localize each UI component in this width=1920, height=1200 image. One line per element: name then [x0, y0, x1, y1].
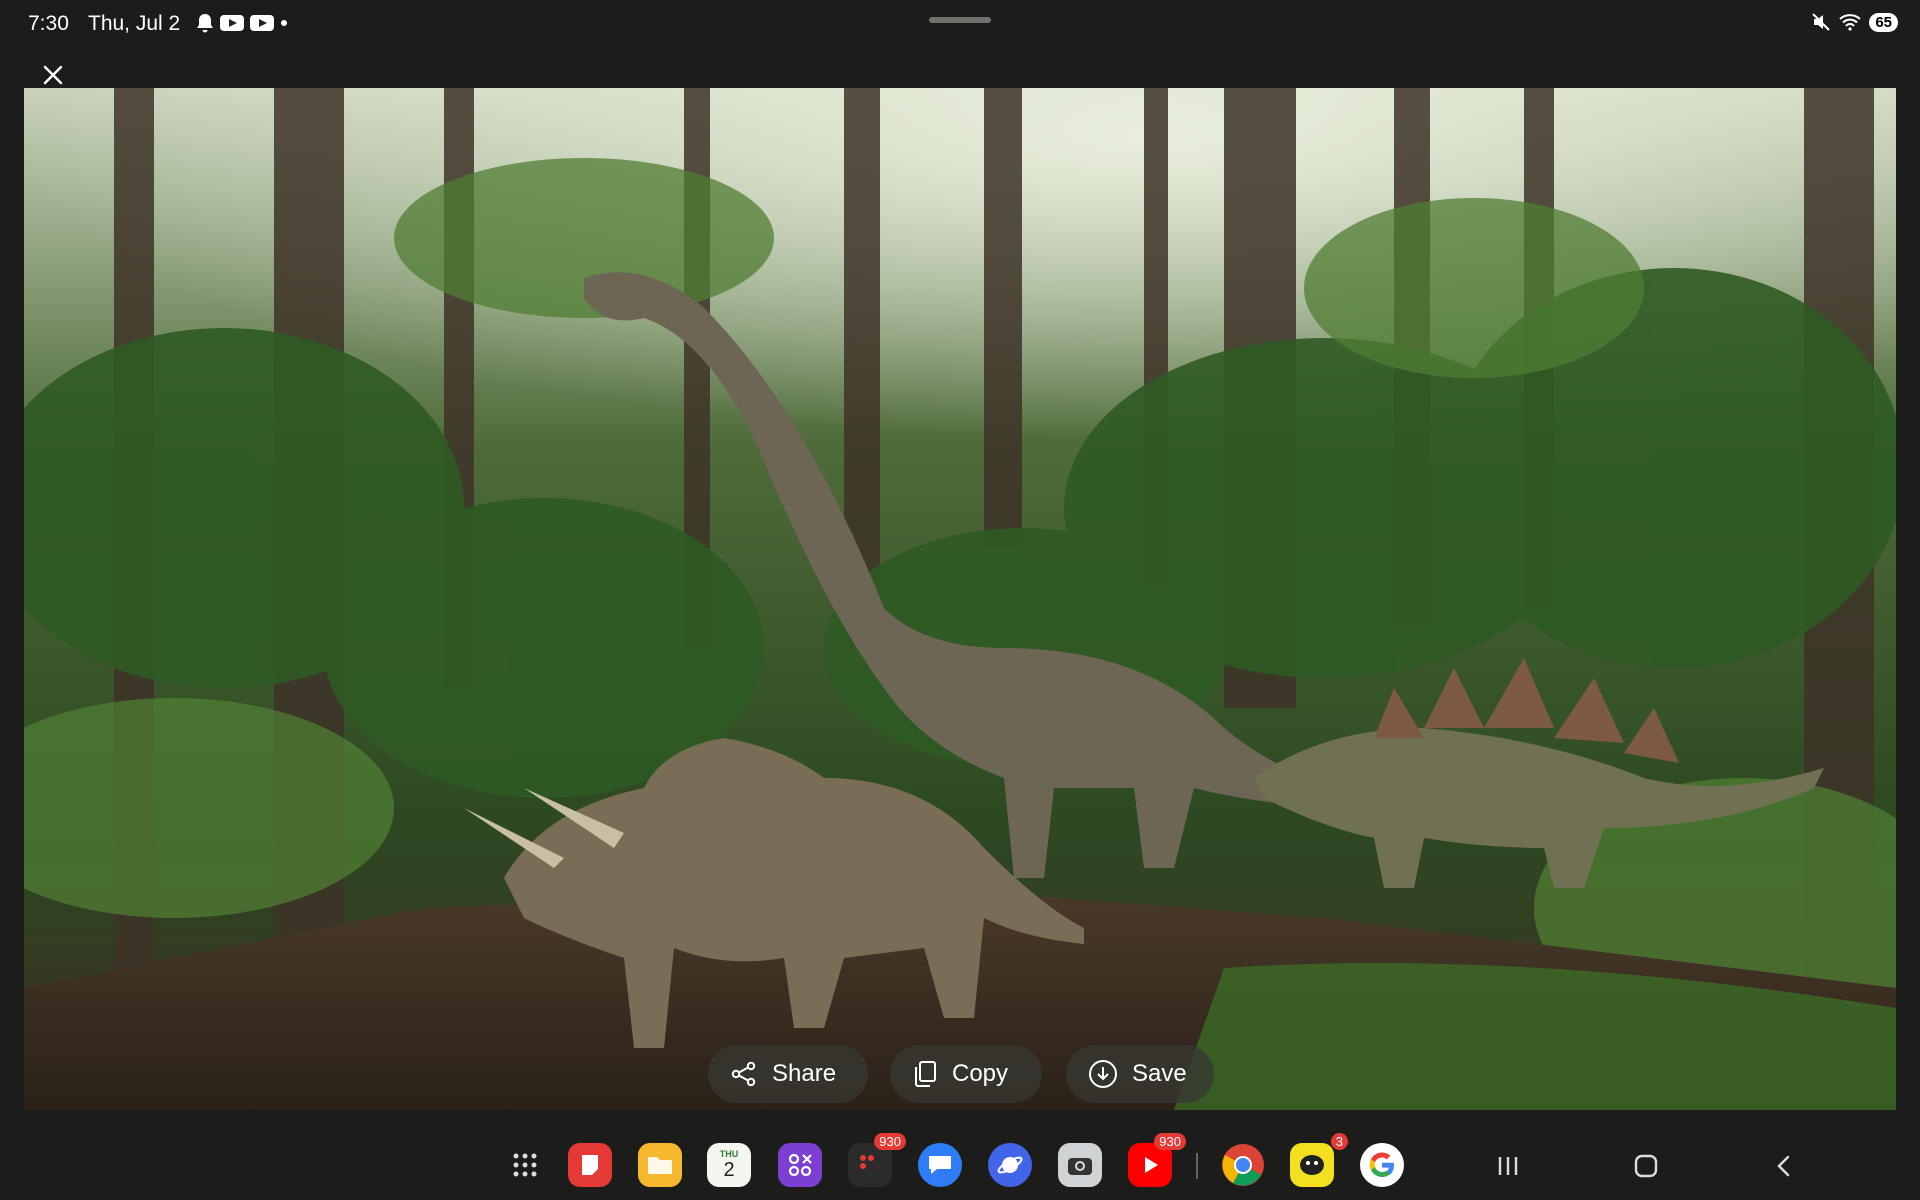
grid-icon — [513, 1153, 537, 1177]
camera-app-icon[interactable] — [1058, 1143, 1102, 1187]
apps-icon — [788, 1153, 812, 1177]
chat-app-icon[interactable] — [918, 1143, 962, 1187]
folder-icon — [648, 1157, 672, 1174]
save-label: Save — [1132, 1060, 1187, 1087]
home-button[interactable] — [1626, 1150, 1666, 1182]
app-drawer-button[interactable] — [503, 1143, 547, 1187]
note-icon — [582, 1155, 598, 1175]
calendar-day-number: 2 — [723, 1159, 735, 1181]
planet-icon — [997, 1156, 1023, 1174]
smiley-icon — [1300, 1155, 1324, 1175]
chat-badge: 3 — [1330, 1133, 1348, 1150]
copy-button[interactable]: Copy — [890, 1045, 1042, 1103]
share-icon — [731, 1061, 756, 1087]
notes-app-icon[interactable] — [568, 1143, 612, 1187]
copy-label: Copy — [952, 1060, 1009, 1087]
play-icon — [1145, 1157, 1158, 1173]
messenger-app-icon[interactable]: 3 — [1290, 1133, 1348, 1187]
more-dot-icon — [281, 20, 287, 26]
my-files-app-icon[interactable] — [638, 1143, 682, 1187]
close-icon — [43, 65, 63, 85]
battery-level: 65 — [1869, 12, 1898, 32]
notification-icons — [196, 13, 288, 33]
google-app-icon[interactable] — [1360, 1143, 1404, 1187]
wifi-icon — [1839, 14, 1861, 31]
browser-app-icon[interactable] — [988, 1143, 1032, 1187]
chrome-icon — [1222, 1144, 1264, 1186]
status-time: 7:30 — [28, 12, 69, 35]
save-button[interactable]: Save — [1066, 1045, 1214, 1103]
taskbar-divider — [1196, 1153, 1198, 1179]
status-bar: 7:30 Thu, Jul 2 65 — [0, 0, 1920, 50]
drag-handle[interactable] — [929, 17, 991, 23]
youtube-notification-icon-2 — [250, 15, 274, 31]
youtube-notification-icon — [220, 15, 244, 31]
bell-icon — [197, 14, 213, 33]
back-icon — [1777, 1155, 1790, 1177]
messages-badge: 930 — [874, 1133, 906, 1150]
youtube-badge: 930 — [1154, 1133, 1186, 1150]
recents-icon — [1498, 1157, 1518, 1175]
download-icon — [1089, 1060, 1117, 1088]
messages-app-icon[interactable]: 930 — [848, 1133, 906, 1187]
youtube-app-icon[interactable]: 930 — [1128, 1133, 1186, 1187]
galaxy-apps-icon[interactable] — [778, 1143, 822, 1187]
message-icon — [860, 1155, 874, 1169]
google-g-icon — [1369, 1152, 1394, 1177]
camera-icon — [1068, 1158, 1092, 1175]
chat-bubble-icon — [929, 1156, 951, 1174]
share-label: Share — [772, 1060, 837, 1087]
system-status-icons: 65 — [1811, 12, 1898, 32]
copy-icon — [915, 1061, 936, 1087]
calendar-app-icon[interactable]: THU 2 — [707, 1143, 751, 1187]
calendar-day-label: THU — [719, 1149, 739, 1159]
chrome-app-icon[interactable] — [1221, 1143, 1265, 1187]
dinosaur-forest-image[interactable] — [24, 88, 1896, 1110]
share-button[interactable]: Share — [708, 1045, 868, 1103]
back-button[interactable] — [1764, 1150, 1804, 1182]
image-canvas — [24, 88, 1896, 1110]
recent-apps-button[interactable] — [1488, 1150, 1528, 1182]
status-date: Thu, Jul 2 — [88, 12, 181, 35]
home-icon — [1634, 1154, 1658, 1178]
mute-icon — [1812, 13, 1831, 31]
